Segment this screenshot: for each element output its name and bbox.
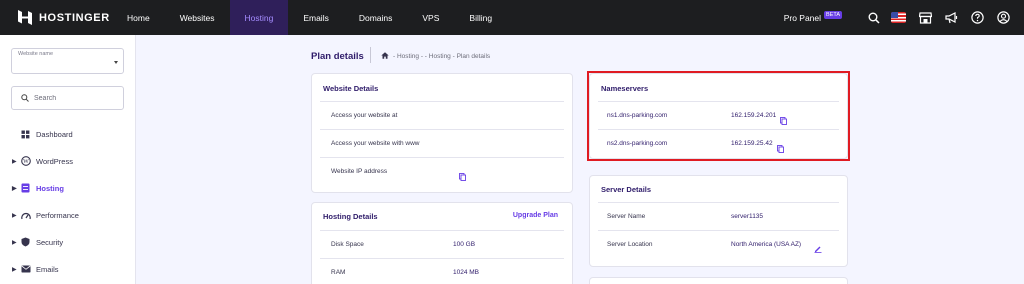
next-card xyxy=(589,277,848,284)
row-label: Server Name xyxy=(607,213,646,220)
search-icon[interactable] xyxy=(867,11,880,24)
megaphone-icon[interactable] xyxy=(945,11,958,24)
sidebar-item-label: Emails xyxy=(36,264,59,274)
page-title: Plan details xyxy=(311,51,364,62)
upgrade-plan-link[interactable]: Upgrade Plan xyxy=(513,212,558,219)
hosting-icon xyxy=(20,183,31,194)
pro-panel-link[interactable]: Pro Panel BETA xyxy=(783,10,842,23)
sidebar-item-hosting[interactable]: ▶ Hosting xyxy=(12,181,64,195)
edit-icon[interactable] xyxy=(814,240,822,253)
account-icon[interactable] xyxy=(997,11,1010,24)
row-label: Access your website with www xyxy=(331,140,420,147)
shield-icon xyxy=(20,237,31,248)
chevron-right-icon: ▶ xyxy=(12,239,17,246)
sidebar-search-input[interactable] xyxy=(34,94,114,102)
nav-vps[interactable]: VPS xyxy=(407,0,454,35)
nav-websites[interactable]: Websites xyxy=(165,0,230,35)
copy-icon[interactable] xyxy=(459,168,466,181)
sidebar-item-label: Security xyxy=(36,237,64,247)
hostinger-logo-icon xyxy=(18,10,32,25)
chevron-right-icon: ▶ xyxy=(12,158,17,165)
row-value: North America (USA AZ) xyxy=(731,241,802,248)
row-label: Server Location xyxy=(607,241,653,248)
table-row: RAM 1024 MB xyxy=(320,258,564,284)
nameservers-highlight-box xyxy=(587,71,850,161)
chevron-right-icon: ▶ xyxy=(12,212,17,219)
hostinger-logo[interactable]: HOSTINGER xyxy=(0,10,112,25)
svg-text:W: W xyxy=(23,159,29,165)
sidebar-item-label: Dashboard xyxy=(36,129,73,139)
server-details-card: Server Details Server Name server1135 Se… xyxy=(589,175,848,267)
row-label: Disk Space xyxy=(331,241,364,248)
home-icon[interactable] xyxy=(381,52,389,61)
chevron-right-icon: ▶ xyxy=(12,266,17,273)
hosting-details-card: Hosting Details Upgrade Plan Disk Space … xyxy=(311,202,573,284)
card-title: Website Details xyxy=(323,84,379,93)
nav-home[interactable]: Home xyxy=(112,0,165,35)
help-icon[interactable] xyxy=(971,11,984,24)
dashboard-icon xyxy=(20,129,31,140)
performance-icon xyxy=(20,210,31,221)
table-row: Server Location North America (USA AZ) xyxy=(598,230,839,258)
table-row: Website IP address xyxy=(320,157,564,185)
sidebar-search[interactable] xyxy=(11,86,124,110)
row-label: Website IP address xyxy=(331,168,388,175)
row-value: 100 GB xyxy=(453,241,476,248)
store-icon[interactable] xyxy=(919,11,932,24)
email-icon xyxy=(20,264,31,275)
row-value: server1135 xyxy=(731,213,764,220)
brand-name: HOSTINGER xyxy=(39,11,110,24)
nav-domains[interactable]: Domains xyxy=(344,0,408,35)
sidebar: Website name Dashboard ▶ W WordPress ▶ H… xyxy=(0,35,136,284)
nav-hosting[interactable]: Hosting xyxy=(229,0,289,35)
row-label: Access your website at xyxy=(331,112,398,119)
sidebar-item-security[interactable]: ▶ Security xyxy=(12,235,63,249)
top-navbar: HOSTINGER Home Websites Hosting Emails D… xyxy=(0,0,1024,35)
wordpress-icon: W xyxy=(20,156,31,167)
chevron-down-icon xyxy=(114,61,118,64)
website-details-card: Website Details Access your website at A… xyxy=(311,73,573,193)
sidebar-item-dashboard[interactable]: Dashboard xyxy=(12,127,73,141)
chevron-right-icon: ▶ xyxy=(12,185,17,192)
table-row: Disk Space 100 GB xyxy=(320,230,564,258)
row-label: RAM xyxy=(331,269,346,276)
breadcrumb-trail[interactable]: - Hosting - - Hosting - Plan details xyxy=(393,53,490,60)
sidebar-item-label: WordPress xyxy=(36,156,73,166)
table-row: Access your website with www xyxy=(320,129,564,157)
card-title: Hosting Details xyxy=(323,212,378,221)
nav-emails[interactable]: Emails xyxy=(288,0,344,35)
sidebar-item-wordpress[interactable]: ▶ W WordPress xyxy=(12,154,73,168)
breadcrumb: - Hosting - - Hosting - Plan details xyxy=(381,52,490,61)
website-select[interactable]: Website name xyxy=(11,48,124,74)
sidebar-item-performance[interactable]: ▶ Performance xyxy=(12,208,79,222)
sidebar-item-emails[interactable]: ▶ Emails xyxy=(12,262,59,276)
table-row: Server Name server1135 xyxy=(598,202,839,230)
table-row: Access your website at xyxy=(320,101,564,129)
search-icon xyxy=(21,94,29,102)
sidebar-item-label: Performance xyxy=(36,210,79,220)
beta-badge: BETA xyxy=(824,10,842,19)
row-value: 1024 MB xyxy=(453,269,480,276)
title-divider xyxy=(370,47,371,63)
pro-panel-label: Pro Panel xyxy=(783,12,822,23)
nav-billing[interactable]: Billing xyxy=(454,0,507,35)
sidebar-item-label: Hosting xyxy=(36,183,64,193)
card-title: Server Details xyxy=(601,185,652,194)
website-select-label: Website name xyxy=(18,51,54,57)
us-flag-icon[interactable] xyxy=(891,12,906,23)
